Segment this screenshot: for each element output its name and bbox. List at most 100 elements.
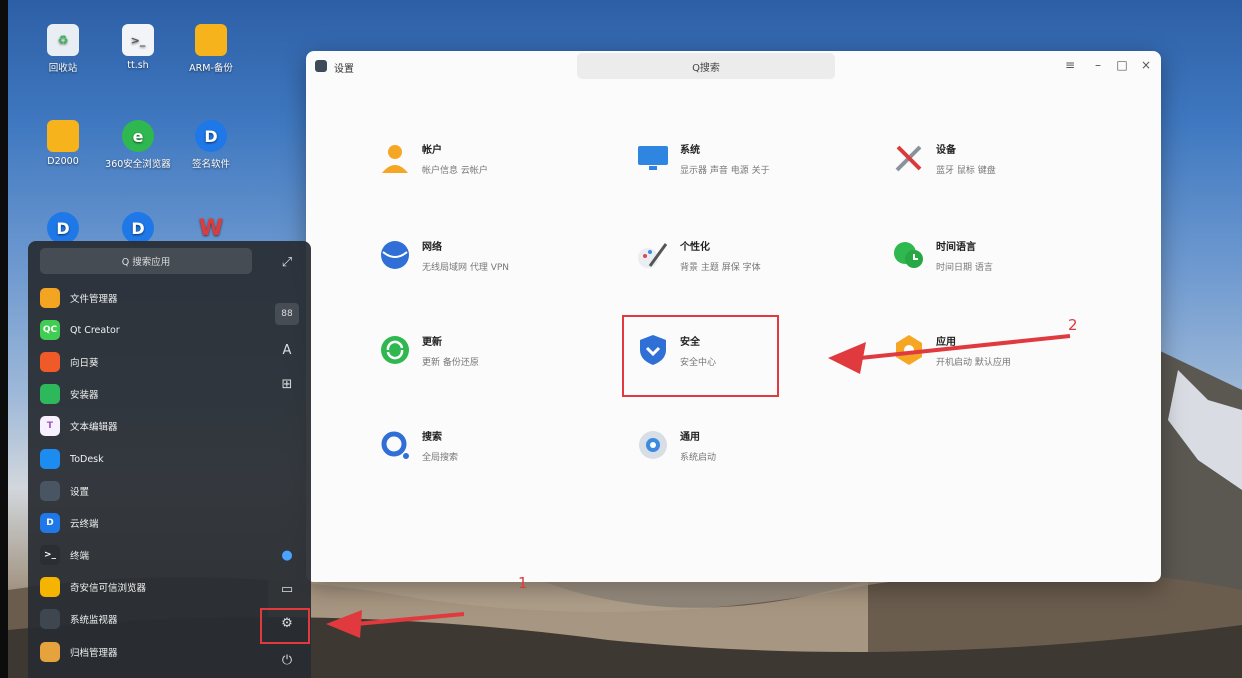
launcher-app-label: 安装器 bbox=[70, 390, 99, 401]
launcher-app-item[interactable]: >_ 终端 bbox=[40, 543, 89, 567]
category-update[interactable]: 更新 更新 备份还原 bbox=[378, 333, 598, 393]
category-name: 设备 bbox=[936, 145, 956, 156]
monitor-icon bbox=[638, 146, 668, 170]
desktop-icon-label: 360安全浏览器 bbox=[105, 159, 171, 170]
minimize-icon[interactable]: – bbox=[1090, 58, 1106, 72]
launcher-app-label: 文本编辑器 bbox=[70, 422, 118, 433]
launcher-app-item[interactable]: 奇安信可信浏览器 bbox=[40, 575, 146, 599]
desktop-icon-trash[interactable]: ♻ 回收站 bbox=[28, 24, 98, 74]
launcher-search-input[interactable]: Q 搜索应用 bbox=[40, 248, 252, 274]
time-sort-icon[interactable]: ⊞ bbox=[275, 373, 299, 395]
desktop-icon-tt-sh[interactable]: >_ tt.sh bbox=[103, 24, 173, 71]
trash-icon: ♻ bbox=[47, 24, 79, 56]
launcher-app-item[interactable]: 设置 bbox=[40, 479, 89, 503]
close-icon[interactable]: × bbox=[1138, 58, 1154, 72]
category-devices[interactable]: 设备 蓝牙 鼠标 键盘 bbox=[892, 141, 1112, 201]
qt-icon: QC bbox=[40, 320, 60, 340]
category-subtitle: 全局搜索 bbox=[422, 453, 459, 463]
launcher-app-label: ToDesk bbox=[70, 453, 104, 465]
search-icon bbox=[381, 431, 409, 459]
clock-chat-icon bbox=[894, 242, 923, 268]
launcher-app-label: 云终端 bbox=[70, 519, 99, 530]
update-icon bbox=[381, 336, 409, 364]
power-icon[interactable]: ⏻ bbox=[275, 649, 299, 671]
globe-icon[interactable]: ● bbox=[275, 544, 299, 566]
name-sort-icon[interactable]: A bbox=[275, 339, 299, 361]
title-bar: 设置 Q搜索 ≡ – □ × bbox=[306, 51, 1161, 81]
settings-window: 设置 Q搜索 ≡ – □ × 帐户 帐户信息 云帐户 系统 显示器 声音 电源 … bbox=[306, 51, 1161, 582]
launcher-app-label: 文件管理器 bbox=[70, 294, 118, 305]
category-general[interactable]: 通用 系统启动 bbox=[636, 428, 856, 488]
desktop-icon-360-browser[interactable]: e 360安全浏览器 bbox=[103, 120, 173, 170]
launcher-app-item[interactable]: 向日葵 bbox=[40, 350, 99, 374]
category-subtitle: 无线局域网 代理 VPN bbox=[422, 263, 510, 273]
window-title: 设置 bbox=[334, 64, 354, 75]
general-icon bbox=[639, 431, 667, 459]
tools-icon bbox=[895, 145, 922, 172]
desktop-icon-d2000[interactable]: D2000 bbox=[28, 120, 98, 167]
settings-search-input[interactable]: Q搜索 bbox=[577, 53, 835, 79]
category-name: 通用 bbox=[680, 432, 700, 443]
category-subtitle: 时间日期 语言 bbox=[936, 263, 993, 273]
folder-icon bbox=[47, 120, 79, 152]
launcher-app-label: 奇安信可信浏览器 bbox=[70, 583, 147, 594]
script-file-icon: >_ bbox=[122, 24, 154, 56]
launcher-app-item[interactable]: 系统监视器 bbox=[40, 607, 118, 631]
launcher-app-item[interactable]: 归档管理器 bbox=[40, 640, 118, 664]
category-subtitle: 显示器 声音 电源 关于 bbox=[680, 166, 770, 176]
launcher-app-label: 归档管理器 bbox=[70, 648, 118, 659]
highlight-box-security bbox=[622, 315, 779, 397]
launcher-app-item[interactable]: QC Qt Creator bbox=[40, 318, 120, 342]
category-name: 时间语言 bbox=[936, 242, 976, 253]
wps-icon: W bbox=[198, 215, 224, 241]
category-system[interactable]: 系统 显示器 声音 电源 关于 bbox=[636, 141, 856, 201]
category-view-icon[interactable]: 88 bbox=[275, 303, 299, 325]
annotation-arrow-2 bbox=[828, 334, 1071, 374]
qax-browser-icon bbox=[40, 577, 60, 597]
todesk-icon bbox=[40, 449, 60, 469]
category-search[interactable]: 搜索 全局搜索 bbox=[378, 428, 598, 488]
d-app-icon: D bbox=[122, 212, 154, 244]
cloud-terminal-icon: D bbox=[40, 513, 60, 533]
desktop-icon-arm-backup[interactable]: ARM-备份 bbox=[176, 24, 246, 74]
settings-app-icon bbox=[315, 60, 327, 72]
desktop-icon-label: 签名软件 bbox=[191, 159, 230, 170]
launcher-app-item[interactable]: ToDesk bbox=[40, 447, 104, 471]
category-name: 搜索 bbox=[422, 432, 442, 443]
settings-icon bbox=[40, 481, 60, 501]
category-personalization[interactable]: 个性化 背景 主题 屏保 字体 bbox=[636, 238, 856, 298]
launcher-app-item[interactable]: D 云终端 bbox=[40, 511, 99, 535]
launcher-app-item[interactable]: 文件管理器 bbox=[40, 286, 118, 310]
category-subtitle: 背景 主题 屏保 字体 bbox=[680, 263, 761, 273]
browser-icon: e bbox=[122, 120, 154, 152]
desktop-icon-signing-software[interactable]: D 签名软件 bbox=[176, 120, 246, 170]
category-name: 网络 bbox=[422, 242, 442, 253]
d-app-icon: D bbox=[195, 120, 227, 152]
launcher-app-item[interactable]: T 文本编辑器 bbox=[40, 414, 118, 438]
category-account[interactable]: 帐户 帐户信息 云帐户 bbox=[378, 141, 598, 201]
launcher-app-label: 设置 bbox=[70, 487, 90, 498]
folder-icon bbox=[195, 24, 227, 56]
sunflower-icon bbox=[40, 352, 60, 372]
category-time-language[interactable]: 时间语言 时间日期 语言 bbox=[892, 238, 1112, 298]
menu-icon[interactable]: ≡ bbox=[1062, 58, 1078, 72]
annotation-number-2: 2 bbox=[1068, 316, 1078, 334]
annotation-arrow-1 bbox=[326, 610, 465, 638]
category-name: 个性化 bbox=[680, 242, 710, 253]
d-app-icon: D bbox=[47, 212, 79, 244]
expand-icon[interactable]: ⤢ bbox=[275, 251, 299, 273]
file-manager-icon bbox=[40, 288, 60, 308]
category-network[interactable]: 网络 无线局域网 代理 VPN bbox=[378, 238, 598, 298]
globe-icon bbox=[381, 241, 409, 269]
installer-icon bbox=[40, 384, 60, 404]
launcher-app-label: 系统监视器 bbox=[70, 615, 118, 626]
launcher-app-item[interactable]: 安装器 bbox=[40, 382, 99, 406]
brush-icon bbox=[638, 243, 668, 268]
category-name: 帐户 bbox=[422, 145, 442, 156]
terminal-icon: >_ bbox=[40, 545, 60, 565]
launcher-app-label: 终端 bbox=[70, 551, 90, 562]
maximize-icon[interactable]: □ bbox=[1114, 58, 1130, 72]
computer-icon[interactable]: ▭ bbox=[275, 578, 299, 600]
account-icon bbox=[382, 145, 408, 173]
system-monitor-icon bbox=[40, 609, 60, 629]
